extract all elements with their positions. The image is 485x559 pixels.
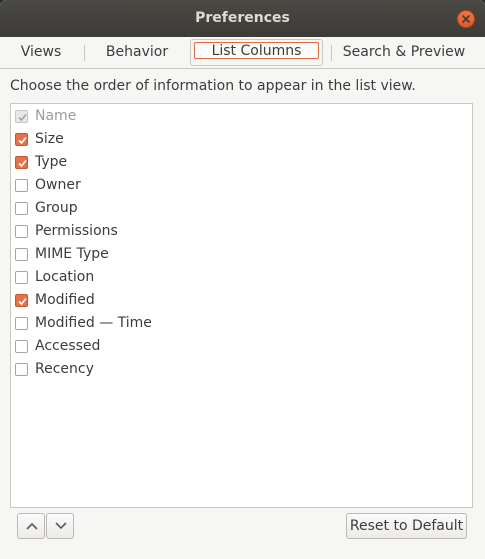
tab-label: List Columns xyxy=(194,42,319,59)
reset-to-default-button[interactable]: Reset to Default xyxy=(346,513,467,539)
checkbox-type[interactable] xyxy=(15,155,28,169)
window-title: Preferences xyxy=(195,10,290,26)
chevron-down-icon xyxy=(55,522,67,530)
column-list[interactable]: Name Size Type Owner Group Permissions M… xyxy=(10,103,473,508)
checkbox-modified-time[interactable] xyxy=(15,316,28,330)
tab-bar: Views Behavior List Columns Search & Pre… xyxy=(0,37,485,69)
tab-label: Views xyxy=(20,44,62,60)
list-item-location[interactable]: Location xyxy=(15,267,94,287)
list-item-label: Accessed xyxy=(35,338,101,354)
tab-label: Behavior xyxy=(105,44,169,60)
tab-behavior[interactable]: Behavior xyxy=(92,41,182,64)
tab-divider xyxy=(84,45,85,61)
checkbox-recency[interactable] xyxy=(15,362,28,376)
list-item-name: Name xyxy=(15,106,76,126)
checkbox-permissions[interactable] xyxy=(15,224,28,238)
list-item-label: Modified — Time xyxy=(35,315,152,331)
checkbox-size[interactable] xyxy=(15,132,28,146)
list-item-label: Size xyxy=(35,131,64,147)
list-item-label: Location xyxy=(35,269,95,285)
tab-label: Search & Preview xyxy=(342,44,466,60)
preferences-window: Preferences Views Behavior List Columns … xyxy=(0,0,485,559)
list-item-modified-time[interactable]: Modified — Time xyxy=(15,313,152,333)
checkbox-owner[interactable] xyxy=(15,178,28,192)
tab-search-preview[interactable]: Search & Preview xyxy=(336,41,472,64)
list-item-accessed[interactable]: Accessed xyxy=(15,336,100,356)
title-bar[interactable]: Preferences xyxy=(0,0,485,37)
tab-list-columns[interactable]: List Columns xyxy=(190,39,323,66)
list-item-label: Owner xyxy=(35,177,81,193)
checkbox-group[interactable] xyxy=(15,201,28,215)
move-down-button[interactable] xyxy=(46,513,74,539)
list-item-group[interactable]: Group xyxy=(15,198,78,218)
move-up-button[interactable] xyxy=(17,513,45,539)
list-item-type[interactable]: Type xyxy=(15,152,67,172)
checkbox-modified[interactable] xyxy=(15,293,28,307)
checkbox-name xyxy=(15,109,28,123)
list-item-label: Name xyxy=(35,108,77,124)
list-item-label: Modified xyxy=(35,292,95,308)
list-item-label: Recency xyxy=(35,361,94,377)
list-item-size[interactable]: Size xyxy=(15,129,64,149)
list-item-modified[interactable]: Modified xyxy=(15,290,95,310)
list-columns-description: Choose the order of information to appea… xyxy=(10,78,416,94)
list-item-permissions[interactable]: Permissions xyxy=(15,221,118,241)
list-item-recency[interactable]: Recency xyxy=(15,359,94,379)
list-item-owner[interactable]: Owner xyxy=(15,175,81,195)
checkbox-accessed[interactable] xyxy=(15,339,28,353)
tab-divider xyxy=(331,45,332,61)
close-button[interactable] xyxy=(457,10,475,28)
list-item-label: Permissions xyxy=(35,223,118,239)
list-item-label: Type xyxy=(35,154,68,170)
list-item-label: Group xyxy=(35,200,78,216)
close-icon xyxy=(462,15,470,23)
tab-views[interactable]: Views xyxy=(6,41,76,64)
checkmark-icon xyxy=(18,113,27,121)
checkbox-location[interactable] xyxy=(15,270,28,284)
chevron-up-icon xyxy=(26,522,38,530)
list-item-mime-type[interactable]: MIME Type xyxy=(15,244,109,264)
checkmark-icon xyxy=(18,159,27,167)
list-item-label: MIME Type xyxy=(35,246,109,262)
checkbox-mime-type[interactable] xyxy=(15,247,28,261)
checkmark-icon xyxy=(18,297,27,305)
checkmark-icon xyxy=(18,136,27,144)
